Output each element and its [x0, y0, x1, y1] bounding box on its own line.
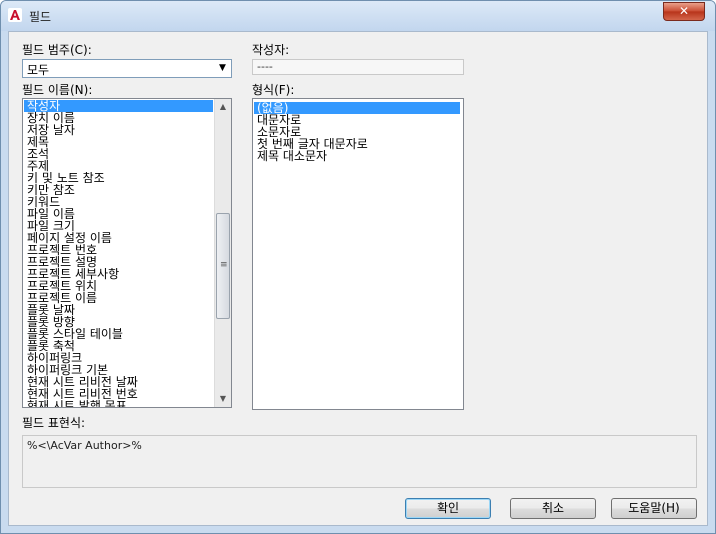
- field-name-item[interactable]: 플롯 방향: [24, 316, 213, 328]
- expression-label: 필드 표현식:: [22, 416, 86, 430]
- format-item[interactable]: 제목 대소문자: [254, 150, 460, 162]
- field-name-item[interactable]: 현재 시트 리비전 날짜: [24, 376, 213, 388]
- field-expression-box: %<\AcVar Author>%: [22, 435, 697, 488]
- cancel-button[interactable]: 취소: [510, 498, 596, 519]
- field-name-item[interactable]: 프로젝트 이름: [24, 292, 213, 304]
- field-name-item[interactable]: 작성자: [24, 100, 213, 112]
- field-name-item[interactable]: 프로젝트 위치: [24, 280, 213, 292]
- field-name-item[interactable]: 저장 날자: [24, 124, 213, 136]
- dialog-window: 필드 ✕ 필드 범주(C): 모두 ▼ 작성자: ---- 필드 이름(N): …: [0, 0, 716, 534]
- format-label: 형식(F):: [252, 83, 295, 97]
- title-bar[interactable]: 필드 ✕: [1, 1, 715, 31]
- format-item[interactable]: (없음): [254, 102, 460, 114]
- field-expression-text: %<\AcVar Author>%: [27, 439, 142, 452]
- field-name-item[interactable]: 주제: [24, 160, 213, 172]
- dialog-client-area: 필드 범주(C): 모두 ▼ 작성자: ---- 필드 이름(N): ▲ ≡ ▼…: [8, 31, 708, 526]
- field-name-item[interactable]: 장치 이름: [24, 112, 213, 124]
- close-icon: ✕: [678, 4, 690, 18]
- field-name-item[interactable]: 파일 이름: [24, 208, 213, 220]
- format-item[interactable]: 첫 번째 글자 대문자로: [254, 138, 460, 150]
- field-name-item[interactable]: 플롯 스타일 테이블: [24, 328, 213, 340]
- field-name-item[interactable]: 프로젝트 번호: [24, 244, 213, 256]
- field-name-item[interactable]: 키워드: [24, 196, 213, 208]
- author-label: 작성자:: [252, 43, 290, 57]
- field-name-item[interactable]: 제목: [24, 136, 213, 148]
- field-names-label: 필드 이름(N):: [22, 83, 93, 97]
- autocad-logo-icon: [8, 8, 22, 22]
- field-name-item[interactable]: 키만 참조: [24, 184, 213, 196]
- vertical-scrollbar[interactable]: ▲ ≡ ▼: [214, 99, 231, 407]
- field-name-item[interactable]: 키 및 노트 참조: [24, 172, 213, 184]
- field-name-item[interactable]: 현재 시트 리비전 번호: [24, 388, 213, 400]
- author-value: ----: [257, 60, 273, 73]
- field-name-item[interactable]: 플롯 축척: [24, 340, 213, 352]
- close-button[interactable]: ✕: [663, 2, 705, 21]
- field-name-item[interactable]: 현재 시트 발행 목표: [24, 400, 213, 407]
- scroll-up-icon[interactable]: ▲: [215, 99, 231, 115]
- field-name-item[interactable]: 프로젝트 세부사항: [24, 268, 213, 280]
- scrollbar-thumb[interactable]: ≡: [216, 213, 230, 319]
- scroll-down-icon[interactable]: ▼: [215, 391, 231, 407]
- format-list[interactable]: (없음) 대문자로 소문자로 첫 번째 글자 대문자로 제목 대소문자: [252, 98, 464, 410]
- grip-icon: ≡: [220, 260, 228, 270]
- format-item[interactable]: 대문자로: [254, 114, 460, 126]
- field-name-item[interactable]: 플롯 날짜: [24, 304, 213, 316]
- ok-button[interactable]: 확인: [405, 498, 491, 519]
- format-item[interactable]: 소문자로: [254, 126, 460, 138]
- field-name-item[interactable]: 하이퍼링크: [24, 352, 213, 364]
- category-label: 필드 범주(C):: [22, 43, 92, 57]
- category-selected-value: 모두: [27, 63, 50, 77]
- field-name-item[interactable]: 페이지 설정 이름: [24, 232, 213, 244]
- category-dropdown[interactable]: 모두 ▼: [22, 59, 232, 78]
- help-button[interactable]: 도움말(H): [611, 498, 697, 519]
- field-names-list[interactable]: ▲ ≡ ▼ 작성자 장치 이름 저장 날자 제목 조석 주제 키 및 노트 참조 키만 참조 키…: [22, 98, 232, 408]
- field-name-item[interactable]: 프로젝트 설명: [24, 256, 213, 268]
- field-name-item[interactable]: 하이퍼링크 기본: [24, 364, 213, 376]
- author-value-box: ----: [252, 59, 464, 75]
- field-name-item[interactable]: 조석: [24, 148, 213, 160]
- window-title: 필드: [29, 10, 52, 24]
- field-name-item[interactable]: 파일 크기: [24, 220, 213, 232]
- chevron-down-icon[interactable]: ▼: [214, 60, 231, 77]
